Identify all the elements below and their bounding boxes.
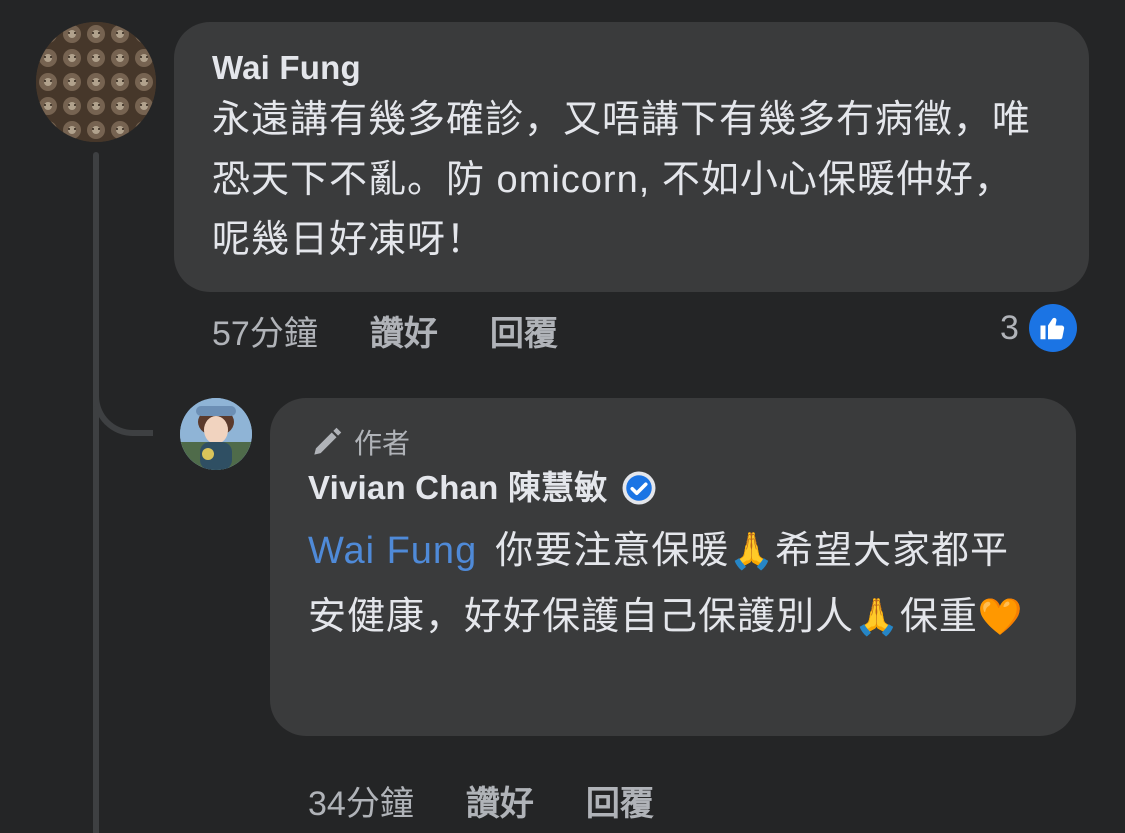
praying-hands-emoji: 🙏 <box>729 530 776 571</box>
verified-badge-icon <box>621 470 657 506</box>
thread-reply-curve <box>93 380 153 436</box>
reply-button[interactable]: 回覆 <box>490 306 558 355</box>
comment-author-name[interactable]: Wai Fung <box>212 48 1051 88</box>
reply-text-part1: 你要注意保暖 <box>495 530 730 572</box>
reply-author-row: Vivian Chan 陳慧敏 <box>308 468 1038 508</box>
reply-text-part3: 保重 <box>899 596 978 638</box>
like-button[interactable]: 讚好 <box>370 306 438 355</box>
like-icon <box>1028 304 1077 352</box>
reply-reply-button[interactable]: 回覆 <box>586 776 654 825</box>
comment-bubble-reply: 作者 Vivian Chan 陳慧敏 Wai Fung 你要注意保暖🙏希望大家都平… <box>270 398 1076 736</box>
reply-author-name[interactable]: Vivian Chan 陳慧敏 <box>308 468 607 508</box>
praying-hands-emoji: 🙏 <box>854 596 900 637</box>
comment-text: 永遠講有幾多確診，又唔講下有幾多冇病徵，唯恐天下不亂。防 omicorn, 不如… <box>212 99 1032 261</box>
comment-actions-reply: 34分鐘 讚好 回覆 <box>308 776 706 825</box>
reaction-count: 3 <box>1000 308 1019 347</box>
reaction-summary[interactable]: 3 <box>1000 304 1077 352</box>
reply-like-button[interactable]: 讚好 <box>466 776 534 825</box>
avatar-vivian-chan[interactable] <box>180 398 252 470</box>
comment-bubble-main: Wai Fung 永遠講有幾多確診，又唔講下有幾多冇病徵，唯恐天下不亂。防 om… <box>174 22 1089 292</box>
comment-timestamp[interactable]: 57分鐘 <box>212 306 318 355</box>
reply-timestamp[interactable]: 34分鐘 <box>308 776 414 825</box>
thread-connector-line <box>93 152 99 833</box>
comment-thread: Wai Fung 永遠講有幾多確診，又唔講下有幾多冇病徵，唯恐天下不亂。防 om… <box>0 0 1125 833</box>
avatar-wai-fung[interactable] <box>36 22 156 142</box>
reply-text: Wai Fung 你要注意保暖🙏希望大家都平安健康，好好保護自己保護別人🙏保重🧡 <box>308 518 1038 650</box>
author-badge-label: 作者 <box>354 428 411 459</box>
orange-heart-emoji: 🧡 <box>977 596 1024 637</box>
comment-actions-main: 57分鐘 讚好 回覆 <box>212 306 610 355</box>
pen-icon <box>314 427 342 455</box>
author-badge: 作者 <box>308 424 1038 460</box>
mention-link[interactable]: Wai Fung <box>308 530 477 572</box>
